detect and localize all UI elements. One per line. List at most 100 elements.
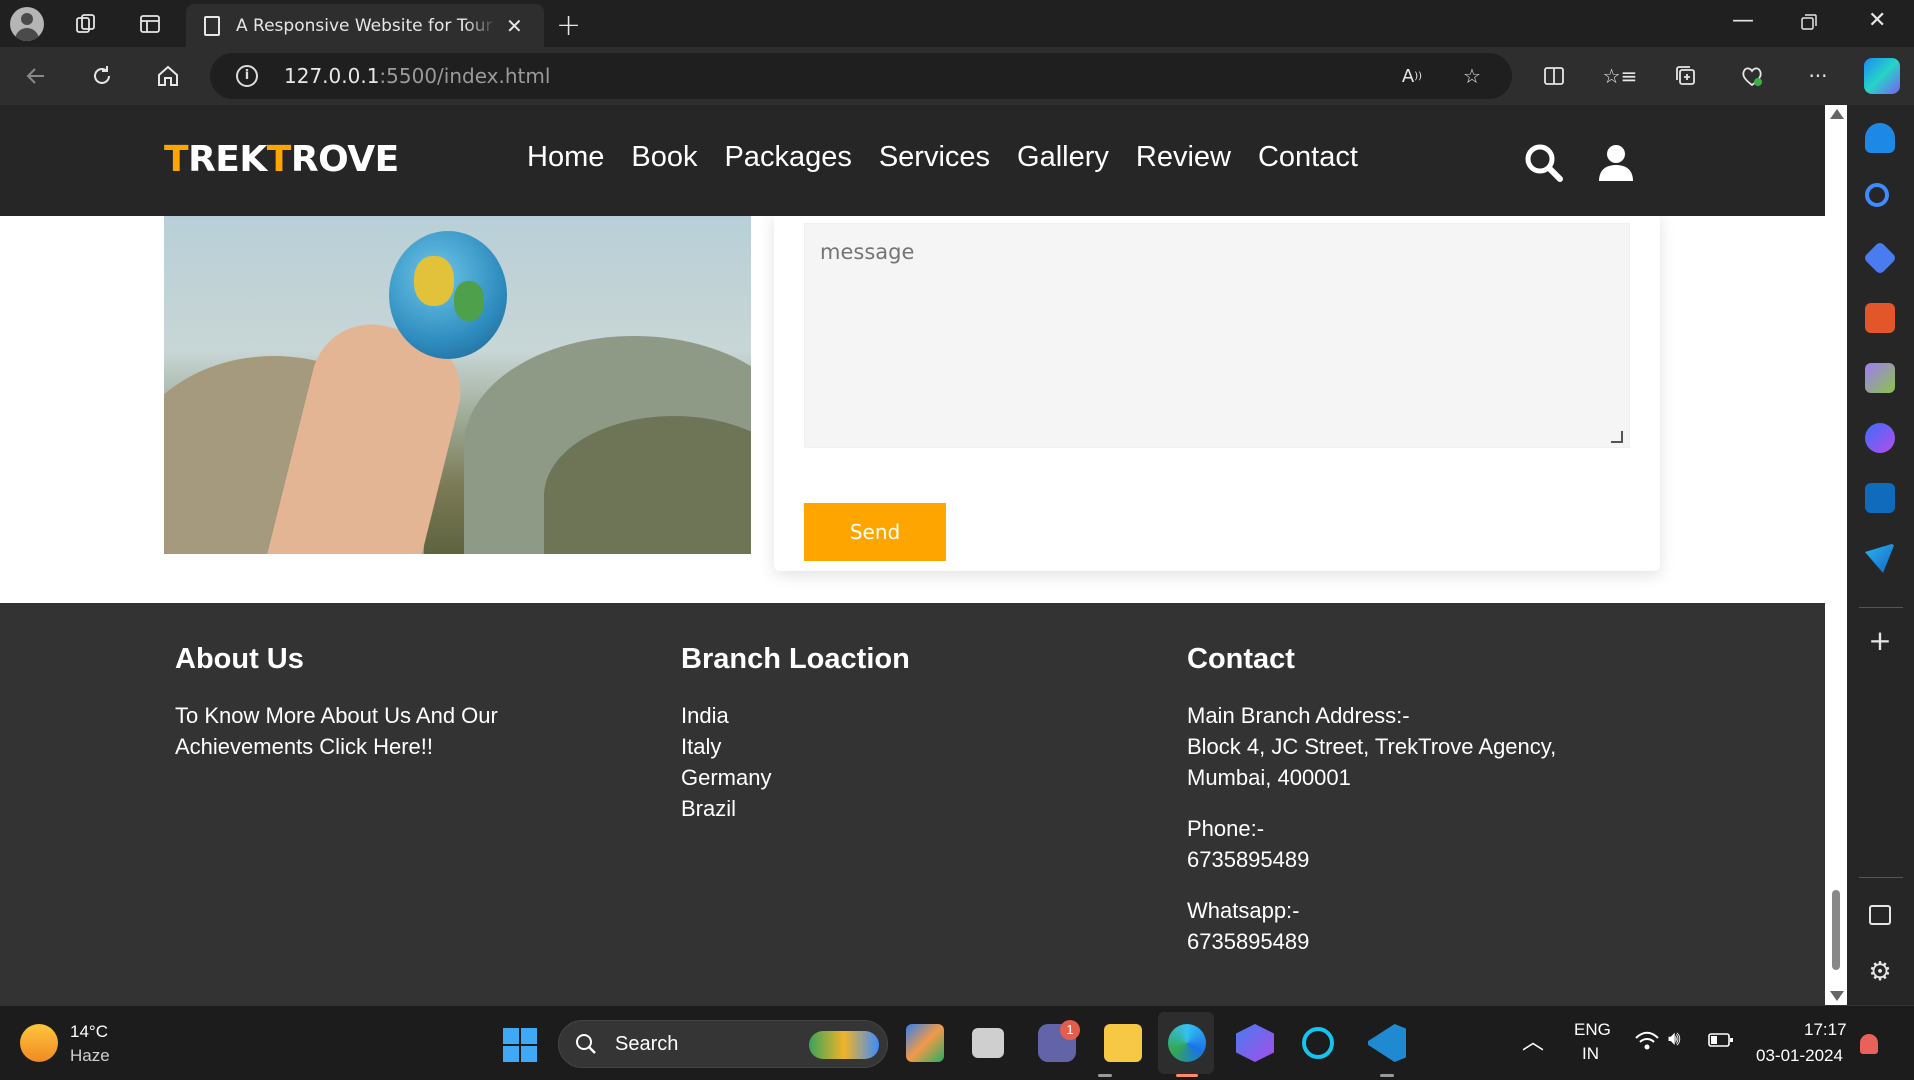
message-textarea[interactable]: message [804,223,1630,448]
scroll-up-icon[interactable] [1830,109,1844,119]
url-text: 127.0.0.1:5500/index.html [284,64,551,88]
running-indicator [1098,1074,1112,1077]
new-tab-icon[interactable]: + [556,8,581,43]
profile-avatar[interactable] [10,7,44,41]
workspaces-icon[interactable] [72,10,100,38]
file-explorer-icon[interactable] [1104,1024,1142,1062]
collections-icon[interactable] [1672,62,1700,90]
branch-item-brazil[interactable]: Brazil [681,793,910,824]
send-paper-plane-icon[interactable] [1865,543,1895,573]
task-view-icon[interactable] [972,1028,1004,1058]
address-label: Main Branch Address:- [1187,703,1410,728]
user-icon[interactable] [1594,141,1638,185]
show-hidden-icons[interactable]: ︿ [1522,1024,1544,1056]
clock-date[interactable]: 03-01-2024 [1756,1046,1843,1066]
games-icon[interactable] [1865,363,1895,393]
resize-handle-icon[interactable] [1611,431,1623,443]
active-tab[interactable]: A Responsive Website for Tour Ar ✕ [186,4,544,47]
sidebar-settings-gear-icon[interactable]: ⚙ [1865,957,1895,987]
edge-browser-icon[interactable] [1168,1024,1206,1062]
volume-icon[interactable]: 🔊︎ [1668,1028,1681,1051]
globe-in-hand-image [164,216,751,554]
vertical-tabs-icon[interactable] [136,10,164,38]
send-button[interactable]: Send [804,503,946,561]
about-text-line2[interactable]: Achievements Click Here!! [175,731,498,762]
phone-number: 6735895489 [1187,847,1310,872]
outlook-icon[interactable] [1865,483,1895,513]
nav-contact[interactable]: Contact [1258,141,1358,174]
site-info-icon[interactable]: i [236,65,258,87]
branch-item-germany[interactable]: Germany [681,762,910,793]
weather-temp[interactable]: 14°C [70,1022,108,1042]
language-in[interactable]: IN [1582,1044,1599,1064]
hide-sidebar-icon[interactable] [1869,905,1891,925]
branch-title: Branch Loaction [681,643,910,675]
teams-notification-badge: 1 [1060,1020,1080,1040]
split-screen-icon[interactable] [1540,62,1568,90]
nav-home[interactable]: Home [527,141,604,174]
sidebar-search-icon[interactable] [1865,183,1889,207]
address-line2: Mumbai, 400001 [1187,765,1351,790]
language-eng[interactable]: ENG [1574,1020,1611,1040]
sidebar-divider-bottom [1859,877,1903,878]
tab-title: A Responsive Website for Tour Ar [236,15,496,36]
about-text-line1[interactable]: To Know More About Us And Our [175,700,498,731]
footer: About Us To Know More About Us And Our A… [0,603,1825,1005]
add-sidebar-app-icon[interactable]: + [1865,627,1895,657]
nav-gallery[interactable]: Gallery [1017,141,1109,174]
vscode-running-indicator [1380,1074,1394,1077]
search-highlight-icon [809,1031,879,1059]
cortana-icon[interactable] [1302,1027,1334,1059]
clock-time[interactable]: 17:17 [1804,1020,1847,1040]
refresh-icon[interactable] [88,62,116,90]
notifications-bell-icon[interactable] [1865,123,1895,153]
nav-book[interactable]: Book [631,141,697,174]
shopping-tag-icon[interactable] [1863,241,1897,275]
read-aloud-icon[interactable]: A)) [1398,62,1426,90]
taskbar-search-icon [575,1033,597,1055]
copilot-sidebar-icon[interactable] [1865,423,1895,453]
more-menu-icon[interactable]: ··· [1804,62,1832,90]
edge-sidebar: + ⚙ [1847,105,1914,1005]
favorites-icon[interactable]: ☆≡ [1603,62,1638,90]
copilot-pre-app-icon[interactable] [906,1024,944,1062]
address-bar[interactable]: i 127.0.0.1:5500/index.html A)) ☆ [210,53,1512,99]
address-line1: Block 4, JC Street, TrekTrove Agency, [1187,734,1557,759]
back-icon[interactable] [22,62,50,90]
close-window-icon[interactable]: ✕ [1868,8,1886,33]
close-tab-icon[interactable]: ✕ [506,14,523,38]
browser-essentials-icon[interactable] [1738,62,1766,90]
tools-briefcase-icon[interactable] [1865,303,1895,333]
notification-bell-icon[interactable] [1860,1034,1878,1054]
nav-review[interactable]: Review [1136,141,1231,174]
active-app-indicator [1176,1074,1198,1077]
windows-start-icon[interactable] [503,1028,537,1062]
phone-label: Phone:- [1187,816,1265,841]
search-icon[interactable] [1522,141,1566,185]
footer-about: About Us To Know More About Us And Our A… [175,643,498,762]
battery-icon[interactable] [1708,1032,1734,1053]
weather-haze-icon[interactable] [20,1024,58,1062]
wifi-icon[interactable] [1634,1030,1660,1058]
windows-taskbar: 14°C Haze Search 1 ︿ ENG IN 🔊︎ 17:17 03-… [0,1005,1914,1080]
sidebar-divider [1859,607,1903,608]
favorite-star-icon[interactable]: ☆ [1458,62,1486,90]
nav-packages[interactable]: Packages [724,141,851,174]
footer-contact: Contact Main Branch Address:- Block 4, J… [1187,643,1556,957]
branch-item-india[interactable]: India [681,700,910,731]
weather-condition[interactable]: Haze [70,1046,110,1066]
browser-toolbar: i 127.0.0.1:5500/index.html A)) ☆ ☆≡ ··· [0,47,1914,105]
copilot-icon[interactable] [1864,58,1900,94]
copilot-app-icon[interactable] [1236,1024,1274,1062]
page-scrollbar[interactable] [1825,105,1847,1005]
site-logo[interactable]: TREKTROVE [164,139,399,180]
vscode-icon[interactable] [1368,1024,1406,1062]
branch-item-italy[interactable]: Italy [681,731,910,762]
taskbar-search-box[interactable]: Search [558,1020,888,1068]
restore-icon[interactable] [1800,12,1818,37]
scroll-thumb[interactable] [1832,890,1840,970]
home-icon[interactable] [154,62,182,90]
scroll-down-icon[interactable] [1830,991,1844,1001]
nav-services[interactable]: Services [879,141,990,174]
minimize-icon[interactable]: — [1732,8,1754,33]
